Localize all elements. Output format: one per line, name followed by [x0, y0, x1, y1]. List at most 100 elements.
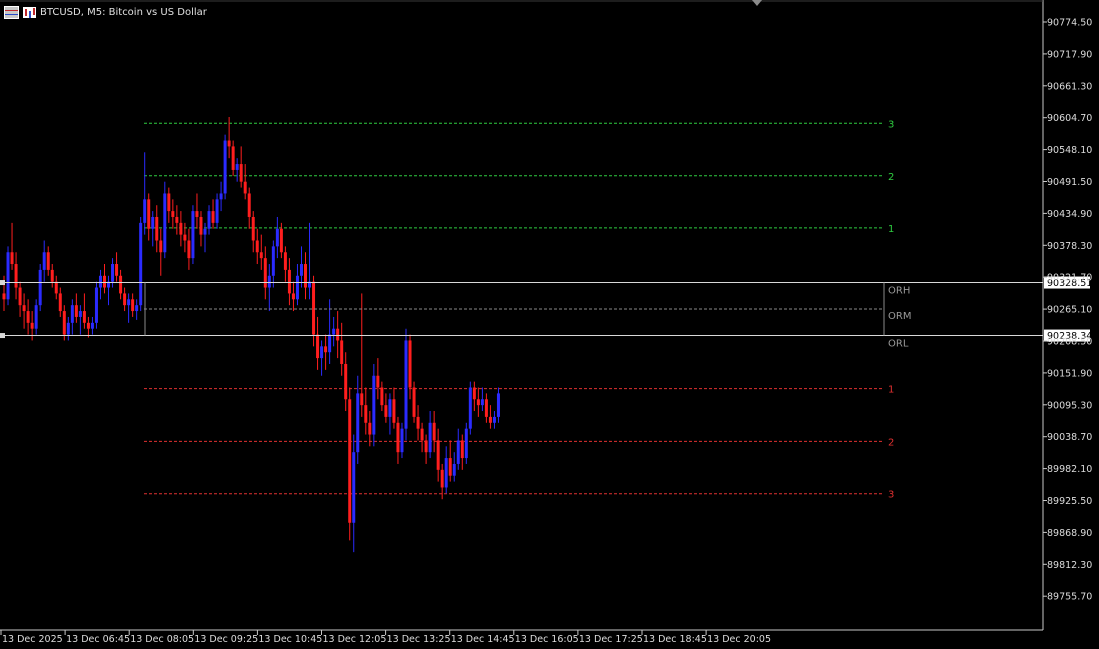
price-label: 90095.30: [1047, 400, 1092, 411]
candle-body: [103, 275, 106, 288]
upper-level-label: 1: [888, 224, 894, 235]
candle-body: [376, 375, 380, 388]
level-lines: 1 2 3 1 2 3: [144, 119, 894, 501]
candle-body: [163, 193, 167, 253]
candle-body: [472, 387, 476, 400]
candle-body: [324, 346, 328, 353]
time-axis[interactable]: 13 Dec 2025 13 Dec 06:45 13 Dec 08:05 13 De…: [0, 630, 771, 645]
candle-body: [235, 164, 239, 170]
price-label: 90038.70: [1047, 432, 1092, 443]
candle-body: [151, 216, 155, 229]
candle-body: [223, 140, 227, 194]
upper-level-label: 3: [888, 119, 894, 130]
candle-body: [400, 428, 404, 453]
candle-body: [175, 216, 179, 223]
time-label: 13 Dec 08:05: [130, 634, 194, 645]
price-label: 90265.10: [1047, 305, 1092, 316]
candle-body: [488, 416, 492, 423]
price-label: 90604.70: [1047, 113, 1092, 124]
candle-body: [86, 322, 90, 329]
price-chart[interactable]: 123123 ORHORMORL90328.5190238.34 90774.5…: [0, 0, 1099, 649]
candle-body: [70, 305, 74, 323]
candle-body: [191, 211, 195, 259]
candle-body: [215, 199, 219, 223]
candle-body: [336, 328, 340, 341]
price-label: 90661.30: [1047, 81, 1092, 92]
price-label: 89868.90: [1047, 528, 1092, 539]
price-label: 89812.30: [1047, 560, 1092, 571]
time-label: 13 Dec 18:45: [643, 634, 707, 645]
candle-body: [312, 281, 316, 335]
lower-level-label: 1: [888, 385, 894, 396]
price-axis[interactable]: 90774.50 90717.90 90661.30 90604.70 90548.10…: [1043, 18, 1092, 603]
candle-body: [448, 458, 452, 476]
chart-window[interactable]: 123123 ORH ORM ORL 90328.51 90238.34 90774.5…: [0, 0, 1099, 649]
candle-body: [2, 293, 6, 300]
price-label: 89982.10: [1047, 464, 1092, 475]
orl-label: ORL: [888, 339, 909, 350]
candle-body: [279, 228, 283, 253]
price-label: 90151.90: [1047, 368, 1092, 379]
candle-body: [492, 416, 496, 423]
candle-body: [428, 422, 432, 453]
candle-body: [227, 140, 231, 147]
candle-body: [476, 399, 480, 406]
chart-type-icon[interactable]: [23, 6, 36, 18]
candle-body: [468, 387, 472, 429]
candle-body: [283, 252, 287, 270]
candle-body: [267, 275, 271, 288]
candle-body: [356, 393, 360, 453]
time-label: 13 Dec 10:45: [258, 634, 322, 645]
time-label: 13 Dec 2025: [2, 634, 63, 645]
price-label: 90491.50: [1047, 177, 1092, 188]
candle-body: [231, 146, 235, 170]
candle-body: [167, 193, 171, 212]
candle-body: [412, 387, 416, 417]
time-label: 13 Dec 09:25: [194, 634, 258, 645]
candle-body: [388, 399, 392, 417]
candle-body: [42, 252, 46, 270]
candle-body: [456, 440, 460, 464]
candle-body: [464, 428, 468, 459]
candle-body: [123, 293, 127, 306]
candle-body: [416, 416, 420, 429]
price-label: 90378.30: [1047, 241, 1092, 252]
candle-body: [360, 393, 364, 406]
candle-body: [328, 334, 332, 353]
candle-body: [440, 469, 444, 488]
candle-body: [424, 440, 428, 453]
candle-body: [135, 305, 139, 312]
candle-body: [34, 305, 38, 329]
candle-body: [115, 264, 119, 276]
candle-body: [364, 405, 368, 423]
candle-body: [320, 346, 324, 359]
time-label: 13 Dec 16:05: [515, 634, 579, 645]
candle-body: [6, 252, 10, 300]
candle-body: [408, 340, 412, 388]
candle-body: [22, 305, 26, 312]
shift-marker-icon[interactable]: [752, 0, 762, 6]
candles: [2, 117, 500, 553]
candle-body: [352, 452, 356, 523]
candle-body: [396, 422, 400, 453]
candle-body: [384, 405, 388, 417]
price-label: 90208.50: [1047, 337, 1092, 348]
candle-body: [340, 340, 344, 364]
candle-body: [348, 399, 352, 523]
candle-body: [380, 387, 384, 406]
candle-body: [46, 252, 50, 270]
candle-body: [392, 399, 396, 423]
candle-body: [275, 228, 279, 247]
price-label: 89755.70: [1047, 592, 1092, 603]
chart-title: BTCUSD, M5: Bitcoin vs US Dollar: [40, 6, 207, 18]
candle-body: [10, 252, 14, 265]
candle-body: [14, 264, 18, 288]
candle-body: [187, 240, 191, 259]
candle-body: [480, 399, 484, 406]
candle-body: [291, 293, 295, 300]
candle-body: [460, 440, 464, 459]
opening-range[interactable]: ORHORMORL90328.5190238.34: [0, 276, 1092, 350]
candle-body: [147, 199, 151, 229]
time-label: 13 Dec 17:25: [579, 634, 643, 645]
candle-body: [143, 199, 147, 223]
